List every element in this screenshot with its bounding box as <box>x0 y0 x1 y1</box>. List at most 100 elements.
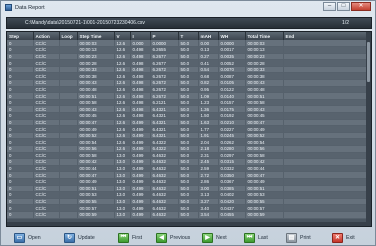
table-cell: 0 <box>7 99 34 107</box>
horizontal-scrollbar[interactable] <box>7 222 367 226</box>
column-header[interactable]: mAH <box>198 32 219 40</box>
table-cell: 50.0 <box>178 204 199 212</box>
table-row[interactable]: 0 CC/C 00:00:55 13.0 0.499 6.4632 50.0 3.27 0.04… <box>7 198 368 206</box>
column-header[interactable]: T <box>178 32 199 40</box>
table-row[interactable]: 0 CC/C 00:00:53 13.0 0.499 6.4632 50.0 3.13 0.04… <box>7 191 368 199</box>
table-row[interactable]: 0 CC/C 00:00:47 13.0 0.499 6.4632 50.0 2.72 0.03… <box>7 171 368 179</box>
table-row[interactable]: 0 CC/C 00:00:28 12.6 0.498 6.2677 50.0 0.41 0.00… <box>7 59 368 67</box>
table-row[interactable]: 0 CC/C 00:00:42 13.0 0.499 6.4632 50.0 2.45 0.03… <box>7 158 368 166</box>
table-cell: 12.6 <box>114 79 131 87</box>
column-header[interactable]: Step <box>7 32 34 40</box>
column-header[interactable]: Step Time <box>77 32 115 40</box>
column-header[interactable]: WH <box>218 32 246 40</box>
scrollbar-thumb[interactable] <box>367 42 370 82</box>
column-header[interactable]: Total Time <box>245 32 284 40</box>
table-row[interactable]: 0 CC/C 00:00:23 12.6 0.498 6.2677 50.0 0.27 0.00… <box>7 53 368 61</box>
table-cell: 0.0070 <box>218 66 246 74</box>
column-header[interactable]: V <box>114 32 131 40</box>
table-cell: 6.4632 <box>150 165 179 173</box>
table-cell: 0.498 <box>130 86 151 94</box>
exit-button[interactable]: ✕ Exit <box>332 230 355 245</box>
column-header[interactable]: P <box>150 32 179 40</box>
previous-button[interactable]: ◀ Previous <box>156 230 190 245</box>
table-cell <box>59 46 78 54</box>
table-cell <box>59 198 78 206</box>
table-cell: 0.499 <box>130 132 151 140</box>
table-cell: 12.6 <box>114 53 131 61</box>
table-cell: 6.4321 <box>150 112 179 120</box>
table-row[interactable]: 0 CC/C 00:00:52 12.6 0.499 6.4321 50.0 1.91 0.02… <box>7 132 368 140</box>
table-cell: 00:00:49 <box>245 125 284 133</box>
column-header[interactable]: End <box>283 32 368 40</box>
table-cell <box>283 158 368 166</box>
open-button[interactable]: ▭ Open <box>14 230 41 245</box>
table-row[interactable]: 0 CC/C 00:00:43 12.6 0.498 6.2672 50.0 0.82 0.01… <box>7 79 368 87</box>
print-label: Print <box>300 234 311 241</box>
previous-page-icon: ◀ <box>156 232 167 243</box>
maximize-button[interactable]: □ <box>337 2 350 11</box>
table-cell: 3.13 <box>198 191 219 199</box>
table-cell: 50.0 <box>178 92 199 100</box>
window-close-button[interactable]: ✕ <box>351 2 371 11</box>
table-row[interactable]: 0 CC/C 00:00:43 12.6 0.498 6.4321 50.0 1.36 0.01… <box>7 105 368 114</box>
table-row[interactable]: 0 CC/C 00:00:49 13.0 0.499 6.4632 50.0 2.86 0.03… <box>7 178 368 186</box>
column-header[interactable]: Action <box>33 32 60 40</box>
table-row[interactable]: 0 CC/C 00:00:47 12.6 0.499 6.4321 50.0 1.63 0.02… <box>7 119 368 127</box>
table-cell: 50.0 <box>178 158 199 166</box>
table-cell: 00:00:47 <box>77 119 115 127</box>
table-row[interactable]: 0 CC/C 00:00:58 12.6 0.498 6.2121 50.0 1.23 0.01… <box>7 99 368 107</box>
last-button[interactable]: ⏭ Last <box>244 230 268 245</box>
table-cell: 50.0 <box>178 66 199 74</box>
vertical-scrollbar[interactable] <box>366 32 371 226</box>
table-row[interactable]: 0 CC/C 00:00:44 13.0 0.499 6.4632 50.0 2.59 0.03… <box>7 165 368 173</box>
table-cell: 0.498 <box>130 92 151 100</box>
table-row[interactable]: 0 CC/C 00:00:38 12.6 0.498 6.2672 50.0 0.68 0.00… <box>7 72 368 81</box>
first-button[interactable]: ⏮ First <box>118 230 142 245</box>
table-row[interactable]: 0 CC/C 00:00:45 12.6 0.498 6.4321 50.0 1.50 0.01… <box>7 112 368 120</box>
table-cell: 00:00:28 <box>77 59 115 67</box>
table-cell: CC/C <box>33 119 60 127</box>
table-cell: CC/C <box>33 72 60 81</box>
table-row[interactable]: 0 CC/C 00:00:57 13.0 0.499 6.4632 50.0 3.40 0.04… <box>7 204 368 212</box>
table-row[interactable]: 0 CC/C 00:00:59 13.0 0.499 6.4632 50.0 3.54 0.04… <box>7 211 368 219</box>
table-cell: CC/C <box>33 152 60 160</box>
first-page-icon: ⏮ <box>118 232 129 243</box>
minimize-button[interactable]: – <box>323 2 336 11</box>
table-row[interactable]: 0 CC/C 00:00:48 12.6 0.498 6.2672 50.0 0.95 0.01… <box>7 86 368 94</box>
table-cell: 6.4632 <box>150 158 179 166</box>
column-header[interactable]: I <box>130 32 151 40</box>
table-cell <box>59 59 78 67</box>
print-button[interactable]: ▤ Print <box>286 230 311 245</box>
table-cell: 6.2672 <box>150 72 179 81</box>
table-cell: 0 <box>7 198 34 206</box>
next-button[interactable]: ▶ Next <box>202 230 227 245</box>
table-cell: 00:00:57 <box>245 204 284 212</box>
table-cell <box>283 119 368 127</box>
table-row[interactable]: 0 CC/C 00:00:54 12.6 0.499 6.4322 50.0 2.04 0.02… <box>7 138 368 146</box>
table-row[interactable]: 0 CC/C 00:00:49 12.6 0.499 6.4321 50.0 1.77 0.02… <box>7 125 368 133</box>
table-row[interactable]: 0 CC/C 00:00:03 12.6 0.000 0.0000 50.0 0.00 0.00… <box>7 40 368 48</box>
table-cell: 00:00:45 <box>245 112 284 120</box>
table-cell: 00:00:56 <box>77 145 115 153</box>
table-cell: 0.0122 <box>218 86 246 94</box>
title-bar[interactable]: Data Report – □ ✕ <box>1 1 375 14</box>
table-cell: 50.0 <box>178 79 199 87</box>
table-cell <box>59 72 78 81</box>
table-cell: 50.0 <box>178 105 199 114</box>
table-cell: CC/C <box>33 86 60 94</box>
table-row[interactable]: 0 CC/C 00:00:51 12.6 0.498 6.2672 50.0 1.09 0.01… <box>7 92 368 100</box>
table-cell: 00:00:53 <box>77 191 115 199</box>
table-cell: 50.0 <box>178 138 199 146</box>
table-cell: 6.4321 <box>150 125 179 133</box>
table-row[interactable]: 0 CC/C 00:00:51 13.0 0.499 6.4632 50.0 3.00 0.03… <box>7 185 368 193</box>
update-button[interactable]: ↻ Update <box>64 230 95 245</box>
table-row[interactable]: 0 CC/C 00:00:56 12.6 0.499 6.4322 50.0 2.18 0.02… <box>7 145 368 153</box>
table-row[interactable]: 0 CC/C 00:00:58 13.0 0.499 6.4632 50.0 2.31 0.02… <box>7 152 368 160</box>
table-row[interactable]: 0 CC/C 00:00:13 12.6 0.498 6.2655 50.0 0.13 0.00… <box>7 46 368 54</box>
table-cell: 6.2655 <box>150 46 179 54</box>
table-row[interactable]: 0 CC/C 00:00:33 12.6 0.498 6.2672 50.0 0.54 0.00… <box>7 66 368 74</box>
table-cell <box>283 40 368 48</box>
column-header[interactable]: Loop <box>59 32 78 40</box>
table-cell: 6.4632 <box>150 171 179 179</box>
table-cell: 0.499 <box>130 138 151 146</box>
